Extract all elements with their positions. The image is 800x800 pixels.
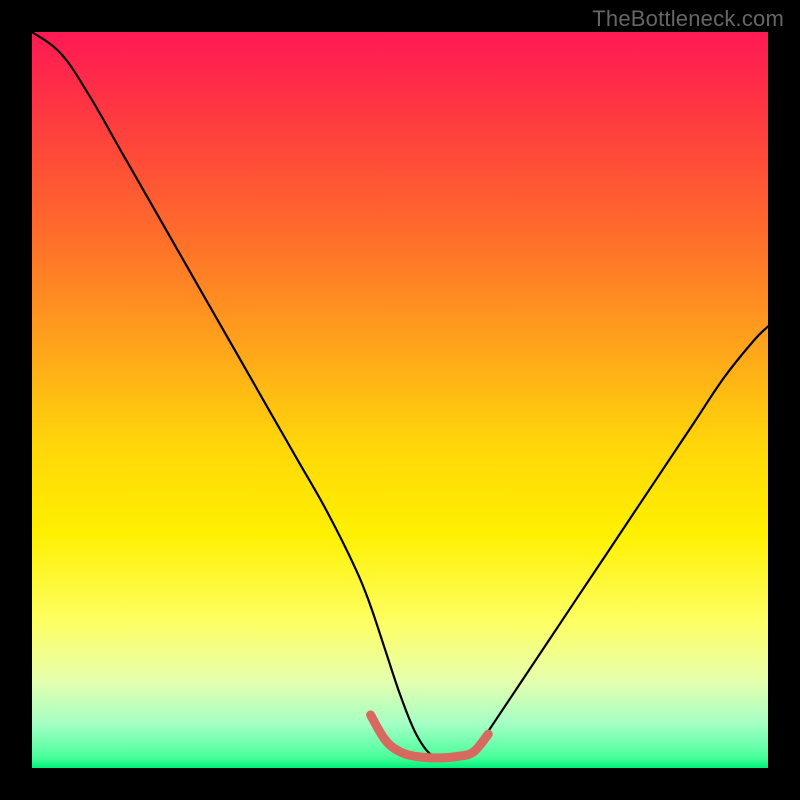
watermark-text: TheBottleneck.com: [592, 6, 784, 32]
plot-area: [32, 32, 768, 768]
gradient-background: [32, 32, 768, 768]
chart-frame: TheBottleneck.com: [0, 0, 800, 800]
bottleneck-chart: [32, 32, 768, 768]
